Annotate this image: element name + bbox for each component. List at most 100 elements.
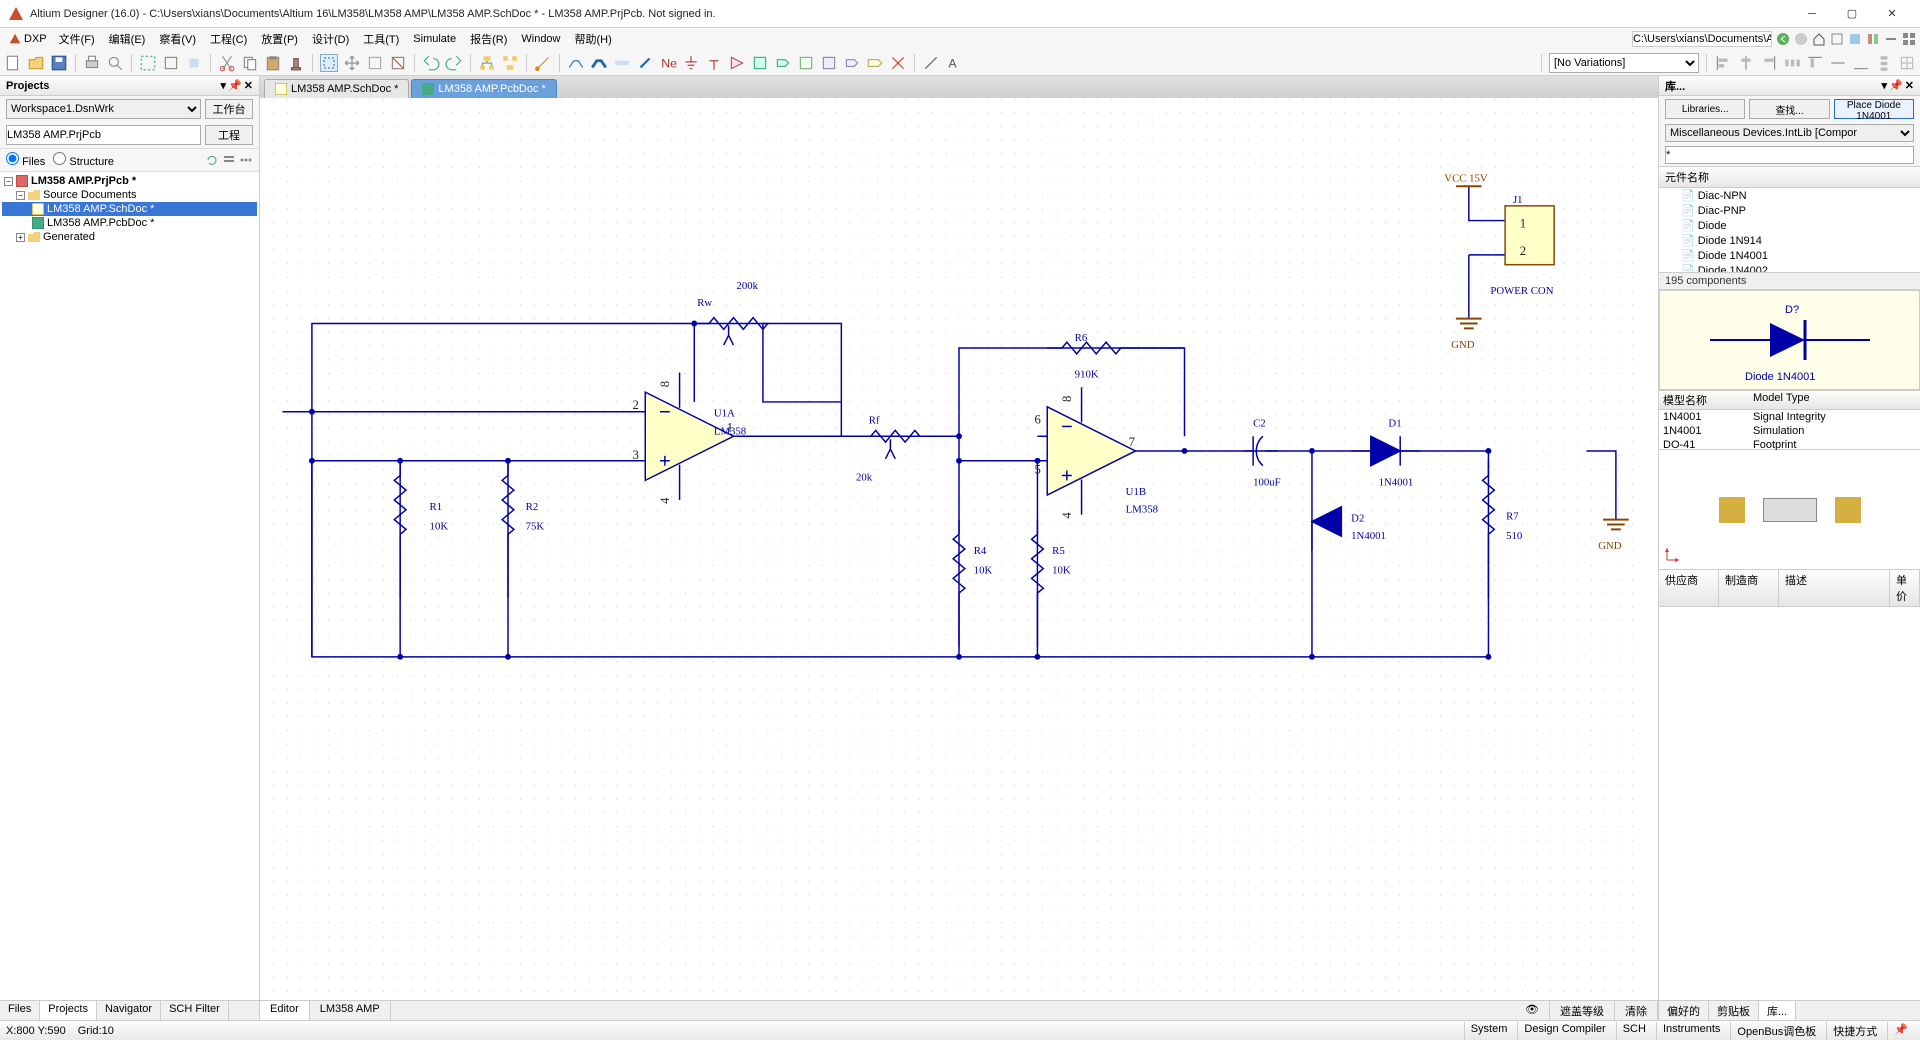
preview-icon[interactable] <box>106 54 124 72</box>
align-vcenter-icon[interactable] <box>1829 54 1847 72</box>
menu-project[interactable]: 工程(C) <box>204 29 253 49</box>
panel-pin-icon[interactable]: 📌 <box>228 79 242 92</box>
menu-simulate[interactable]: Simulate <box>407 31 462 47</box>
radio-structure[interactable]: Structure <box>53 152 114 168</box>
place-port-icon[interactable] <box>866 54 884 72</box>
tree-config-icon[interactable] <box>222 153 236 167</box>
move-icon[interactable] <box>343 54 361 72</box>
tb-icon-e[interactable] <box>1902 32 1916 46</box>
place-harness-entry-icon[interactable] <box>843 54 861 72</box>
project-tree[interactable]: −LM358 AMP.PrjPcb * −Source Documents LM… <box>0 172 259 1000</box>
maximize-button[interactable]: ▢ <box>1832 0 1872 28</box>
hierarchy-up-icon[interactable] <box>478 54 496 72</box>
place-device-sheet-icon[interactable] <box>797 54 815 72</box>
place-text-icon[interactable]: A <box>945 54 963 72</box>
rtab-clipboard[interactable]: 剪贴板 <box>1709 1001 1759 1020</box>
bottab-mask[interactable]: 遮盖等级 <box>1550 1001 1615 1020</box>
menu-edit[interactable]: 编辑(E) <box>103 29 152 49</box>
zoom-fit-icon[interactable] <box>162 54 180 72</box>
menu-view[interactable]: 察看(V) <box>153 29 202 49</box>
place-sheet-entry-icon[interactable] <box>774 54 792 72</box>
panel-dropdown-icon[interactable]: ▾ <box>221 79 227 92</box>
workspace-select[interactable]: Workspace1.DsnWrk <box>6 99 201 119</box>
rubber-stamp-icon[interactable] <box>287 54 305 72</box>
menu-design[interactable]: 设计(D) <box>306 29 355 49</box>
comp-1n4002[interactable]: 📄Diode 1N4002 <box>1659 263 1920 272</box>
supplier-grid[interactable]: 供应商 制造商 描述 单价 <box>1659 570 1920 1000</box>
tree-refresh-icon[interactable] <box>205 153 219 167</box>
redo-icon[interactable] <box>445 54 463 72</box>
tb-icon-c[interactable] <box>1866 32 1880 46</box>
project-button[interactable]: 工程 <box>205 125 253 145</box>
find-button[interactable]: 查找... <box>1749 99 1829 119</box>
align-grid-icon[interactable] <box>1898 54 1916 72</box>
paste-icon[interactable] <box>264 54 282 72</box>
tb-icon-d[interactable] <box>1884 32 1898 46</box>
axis-icon[interactable] <box>1665 546 1681 565</box>
copy-icon[interactable] <box>241 54 259 72</box>
place-bus-entry-icon[interactable] <box>636 54 654 72</box>
dist-v-icon[interactable] <box>1875 54 1893 72</box>
dist-h-icon[interactable] <box>1783 54 1801 72</box>
sb-instruments[interactable]: Instruments <box>1656 1022 1726 1040</box>
library-select[interactable]: Miscellaneous Devices.IntLib [Compor <box>1665 124 1914 142</box>
align-bottom-icon[interactable] <box>1852 54 1870 72</box>
sb-sch[interactable]: SCH <box>1616 1022 1652 1040</box>
lefttab-schfilter[interactable]: SCH Filter <box>161 1001 229 1020</box>
variations-select[interactable]: [No Variations] <box>1549 53 1699 73</box>
minimize-button[interactable]: ─ <box>1792 0 1832 28</box>
model-list[interactable]: 模型名称Model Type 1N4001Signal Integrity 1N… <box>1659 390 1920 450</box>
place-part-icon[interactable] <box>728 54 746 72</box>
cut-icon[interactable] <box>218 54 236 72</box>
lib-panel-pin-icon[interactable]: 📌 <box>1889 79 1903 92</box>
tree-more-icon[interactable] <box>239 153 253 167</box>
place-component-button[interactable]: Place Diode 1N4001 <box>1834 99 1914 119</box>
tb-icon-b[interactable] <box>1848 32 1862 46</box>
lefttab-navigator[interactable]: Navigator <box>97 1001 161 1020</box>
sb-openbus[interactable]: OpenBus调色板 <box>1730 1022 1822 1040</box>
zoom-area-icon[interactable] <box>139 54 157 72</box>
doctab-pcbdoc[interactable]: LM358 AMP.PcbDoc * <box>411 79 556 98</box>
libraries-button[interactable]: Libraries... <box>1665 99 1745 119</box>
lib-panel-close-icon[interactable]: ✕ <box>1905 79 1914 92</box>
sb-design-compiler[interactable]: Design Compiler <box>1517 1022 1611 1040</box>
menu-reports[interactable]: 报告(R) <box>464 29 513 49</box>
sb-system[interactable]: System <box>1464 1022 1514 1040</box>
place-gnd-icon[interactable] <box>682 54 700 72</box>
zoom-sel-icon[interactable] <box>185 54 203 72</box>
workspace-button[interactable]: 工作台 <box>205 99 253 119</box>
menu-tools[interactable]: 工具(T) <box>357 29 405 49</box>
align-top-icon[interactable] <box>1806 54 1824 72</box>
comp-diode[interactable]: 📄Diode <box>1659 218 1920 233</box>
place-bus-icon[interactable] <box>590 54 608 72</box>
rtab-favorite[interactable]: 偏好的 <box>1659 1001 1709 1020</box>
print-icon[interactable] <box>83 54 101 72</box>
place-sheet-symbol-icon[interactable] <box>751 54 769 72</box>
undo-icon[interactable] <box>422 54 440 72</box>
lib-panel-dropdown-icon[interactable]: ▾ <box>1882 79 1888 92</box>
deselect-icon[interactable] <box>366 54 384 72</box>
tree-source-docs[interactable]: −Source Documents <box>2 188 257 202</box>
bottab-editor[interactable]: Editor <box>260 1001 310 1020</box>
sb-pin-icon[interactable]: 📌 <box>1887 1022 1914 1040</box>
library-filter-input[interactable] <box>1665 146 1914 164</box>
place-netlabel-icon[interactable]: Net <box>659 54 677 72</box>
close-button[interactable]: ✕ <box>1872 0 1912 28</box>
tb-icon-a[interactable] <box>1830 32 1844 46</box>
comp-1n914[interactable]: 📄Diode 1N914 <box>1659 233 1920 248</box>
rtab-library[interactable]: 库... <box>1759 1001 1796 1020</box>
dxp-menu[interactable]: DXP <box>4 32 51 46</box>
menu-place[interactable]: 放置(P) <box>255 29 304 49</box>
radio-files[interactable]: Files <box>6 152 45 168</box>
comp-diac-npn[interactable]: 📄Diac-NPN <box>1659 188 1920 203</box>
home-icon[interactable] <box>1812 32 1826 46</box>
project-input[interactable] <box>6 125 201 145</box>
menu-file[interactable]: 文件(F) <box>53 29 101 49</box>
clear-icon[interactable] <box>389 54 407 72</box>
bottab-name[interactable]: LM358 AMP <box>310 1001 391 1020</box>
panel-close-icon[interactable]: ✕ <box>244 79 253 92</box>
place-vcc-icon[interactable] <box>705 54 723 72</box>
hierarchy-down-icon[interactable] <box>501 54 519 72</box>
menu-window[interactable]: Window <box>515 31 566 47</box>
select-icon[interactable] <box>320 54 338 72</box>
